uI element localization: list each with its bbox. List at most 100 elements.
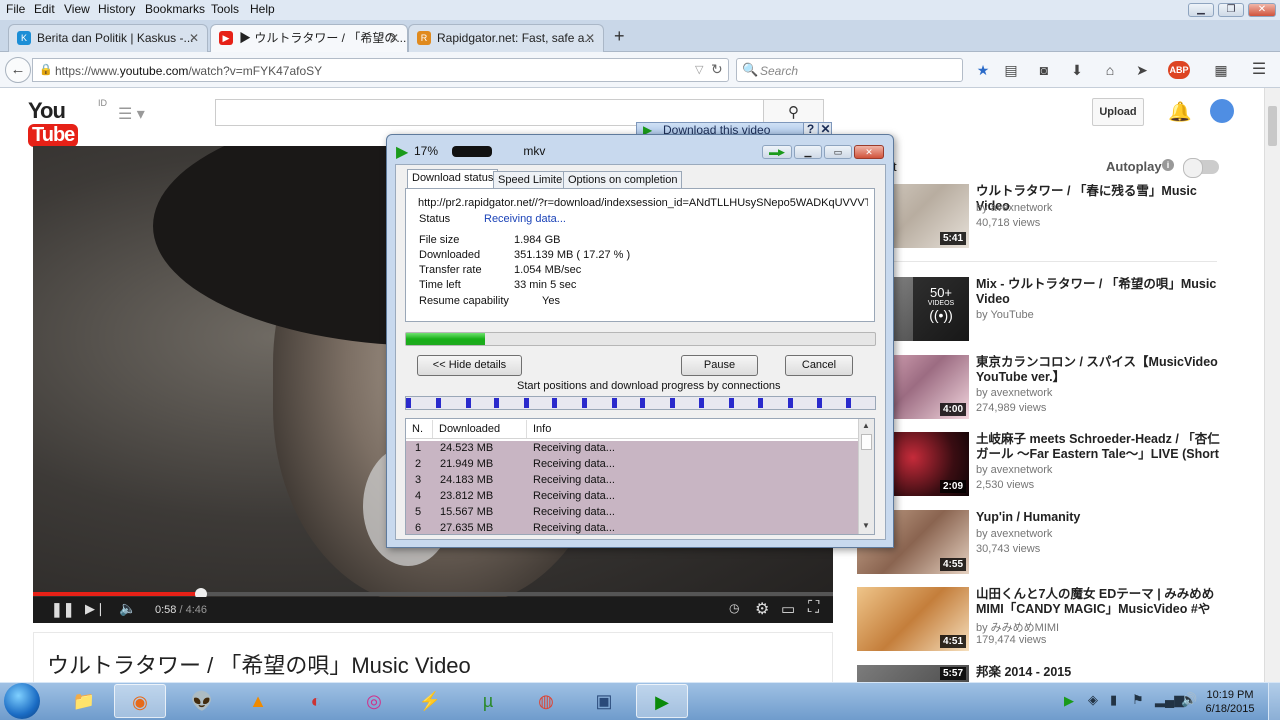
table-row[interactable]: 4 23.812 MB Receiving data... (406, 489, 858, 505)
scrollbar-thumb[interactable] (1268, 106, 1277, 146)
firefox-icon[interactable]: ◉ (114, 684, 166, 718)
downloads-icon[interactable]: ⬇ (1068, 61, 1086, 79)
scroll-down-icon[interactable]: ▼ (862, 521, 870, 530)
adblock-icon[interactable]: ABP (1168, 61, 1190, 79)
menu-help[interactable]: Help (250, 2, 275, 16)
chrome-icon[interactable]: ◍ (520, 684, 572, 718)
recommendation-item[interactable]: 50+ VIDEOS ((•)) Mix - ウルトラタワー / 「希望の唄」M… (857, 277, 1217, 347)
tab-options-on-completion[interactable]: Options on completion (563, 171, 683, 189)
watch-later-icon[interactable]: ◷ (729, 601, 739, 615)
tab-speed-limiter[interactable]: Speed Limiter (493, 171, 571, 189)
next-icon[interactable]: ▶❘ (85, 601, 106, 617)
home-icon[interactable]: ⌂ (1101, 61, 1119, 79)
minimize-window-button[interactable]: ▁ (1188, 3, 1214, 17)
table-scrollbar[interactable]: ▲ ▼ (858, 419, 874, 534)
flag-tray-icon[interactable]: ⚑ (1132, 692, 1144, 708)
recommendation-item[interactable]: 4:00 東京カランコロン / スパイス【MusicVideo YouTube … (857, 355, 1218, 425)
move-to-tray-button[interactable]: ▬▶ (762, 145, 792, 159)
recommendation-item[interactable]: 2:09 土岐麻子 meets Schroeder-Headz / 「杏仁ガール… (857, 432, 1220, 502)
column-header-info[interactable]: Info (533, 423, 551, 435)
dialog-maximize-button[interactable]: ▭ (824, 145, 852, 159)
network-tray-icon[interactable]: ◈ (1088, 692, 1098, 708)
autoplay-toggle[interactable] (1183, 158, 1219, 178)
menu-file[interactable]: File (6, 2, 25, 16)
recommendation-item[interactable]: 4:51 山田くんと7人の魔女 EDテーマ | みみめめMIMI「CANDY M… (857, 587, 1217, 657)
recommendation-title[interactable]: Yup'in / Humanity (976, 510, 1221, 525)
dialog-close-button[interactable]: ✕ (854, 145, 884, 159)
speaker-tray-icon[interactable]: 🔊 (1181, 692, 1197, 708)
vlc-icon[interactable]: ▲ (232, 684, 284, 718)
new-tab-icon[interactable]: + (614, 26, 625, 47)
menu-tools[interactable]: Tools (211, 2, 239, 16)
hide-details-button[interactable]: << Hide details (417, 355, 522, 376)
window-app-icon[interactable]: ▣ (578, 684, 630, 718)
table-row[interactable]: 3 24.183 MB Receiving data... (406, 473, 858, 489)
guide-menu-icon[interactable]: ☰ ▾ (118, 104, 145, 124)
close-window-button[interactable]: ✕ (1248, 3, 1276, 17)
flashget-icon[interactable]: ⚡ (404, 684, 456, 718)
hamburger-menu-icon[interactable]: ☰ (1250, 61, 1268, 79)
menu-bookmarks[interactable]: Bookmarks (145, 2, 205, 16)
video-thumbnail[interactable]: 4:51 (857, 587, 969, 651)
page-scrollbar[interactable] (1264, 88, 1280, 682)
menu-edit[interactable]: Edit (34, 2, 55, 16)
ccleaner-icon[interactable]: ◐ (290, 684, 342, 718)
settings-gear-icon[interactable]: ⚙ (755, 599, 769, 619)
recommendation-title[interactable]: 山田くんと7人の魔女 EDテーマ | みみめめMIMI「CANDY MAGIC」… (976, 587, 1221, 617)
idm-tray-icon[interactable]: ▶ (1064, 693, 1074, 709)
notifications-bell-icon[interactable]: 🔔 (1168, 100, 1192, 124)
pause-button[interactable]: Pause (681, 355, 758, 376)
tab-kaskus[interactable]: K Berita dan Politik | Kaskus -... ✕ (8, 24, 208, 52)
start-button[interactable] (4, 683, 40, 719)
swirl-app-icon[interactable]: ◎ (348, 684, 400, 718)
column-header-number[interactable]: N. (412, 423, 423, 435)
show-desktop-button[interactable] (1268, 683, 1280, 720)
pocket-icon[interactable]: ◙ (1035, 61, 1053, 79)
table-row[interactable]: 1 24.523 MB Receiving data... (406, 441, 858, 457)
close-tab-icon[interactable]: ✕ (389, 25, 399, 51)
close-tab-icon[interactable]: ✕ (189, 25, 199, 51)
scrollbar-thumb[interactable] (861, 434, 872, 450)
recommendation-title[interactable]: 東京カランコロン / スパイス【MusicVideo YouTube ver.】 (976, 355, 1221, 385)
info-icon[interactable]: i (1162, 159, 1174, 171)
scroll-up-icon[interactable]: ▲ (862, 421, 870, 430)
utorrent-icon[interactable]: µ (462, 684, 514, 718)
dropdown-history-icon[interactable]: ▽ (695, 63, 703, 76)
fullscreen-icon[interactable]: ⛶ (808, 599, 819, 617)
column-header-downloaded[interactable]: Downloaded (439, 423, 500, 435)
table-row[interactable]: 6 27.635 MB Receiving data... (406, 521, 858, 534)
table-row[interactable]: 2 21.949 MB Receiving data... (406, 457, 858, 473)
search-engine-icon[interactable]: 🔍 (742, 62, 758, 78)
bookmark-star-icon[interactable]: ★ (974, 61, 992, 79)
youtube-logo[interactable]: YouTube ID (28, 98, 108, 147)
dialog-minimize-button[interactable]: ▁ (794, 145, 822, 159)
pause-icon[interactable]: ❚❚ (51, 601, 74, 618)
system-clock[interactable]: 10:19 PM 6/18/2015 (1200, 688, 1260, 716)
explorer-icon[interactable]: 📁 (58, 684, 110, 718)
recommendation-title[interactable]: 邦楽 2014 - 2015 (976, 665, 1217, 680)
recommendation-item[interactable]: 4:55 Yup'in / Humanity by avexnetwork 30… (857, 510, 1217, 580)
recommendation-title[interactable]: 土岐麻子 meets Schroeder-Headz / 「杏仁ガール 〜Far… (976, 432, 1221, 462)
share-icon[interactable]: ➤ (1133, 61, 1151, 79)
tab-rapidgator[interactable]: R Rapidgator.net: Fast, safe a... ✕ (408, 24, 604, 52)
device-tray-icon[interactable]: ▮ (1110, 692, 1117, 708)
tab-download-status[interactable]: Download status (407, 169, 499, 190)
signal-tray-icon[interactable]: ▂▄▆ (1155, 692, 1184, 708)
menu-history[interactable]: History (98, 2, 135, 16)
cancel-button[interactable]: Cancel (785, 355, 853, 376)
idm-taskbar-icon[interactable]: ▶ (636, 684, 688, 718)
search-bar[interactable]: 🔍 Search (736, 58, 963, 82)
close-tab-icon[interactable]: ✕ (585, 25, 595, 51)
menu-view[interactable]: View (64, 2, 90, 16)
restore-window-button[interactable]: ❐ (1218, 3, 1244, 17)
volume-icon[interactable]: 🔈 (119, 600, 136, 617)
avatar[interactable] (1210, 99, 1234, 123)
reload-icon[interactable]: ↻ (711, 61, 723, 78)
extension-icon[interactable]: ▦ (1212, 61, 1230, 79)
recommendation-item[interactable]: 5:41 ウルトラタワー / 「春に残る雪」Music Video by ave… (857, 184, 1217, 254)
recommendation-title[interactable]: Mix - ウルトラタワー / 「希望の唄」Music Video (976, 277, 1221, 307)
theater-mode-icon[interactable]: ▭ (781, 600, 795, 618)
alien-app-icon[interactable]: 👽 (176, 684, 228, 718)
recommendation-item[interactable]: 5:57 邦楽 2014 - 2015 (857, 665, 1217, 682)
upload-button[interactable]: Upload (1092, 98, 1144, 126)
